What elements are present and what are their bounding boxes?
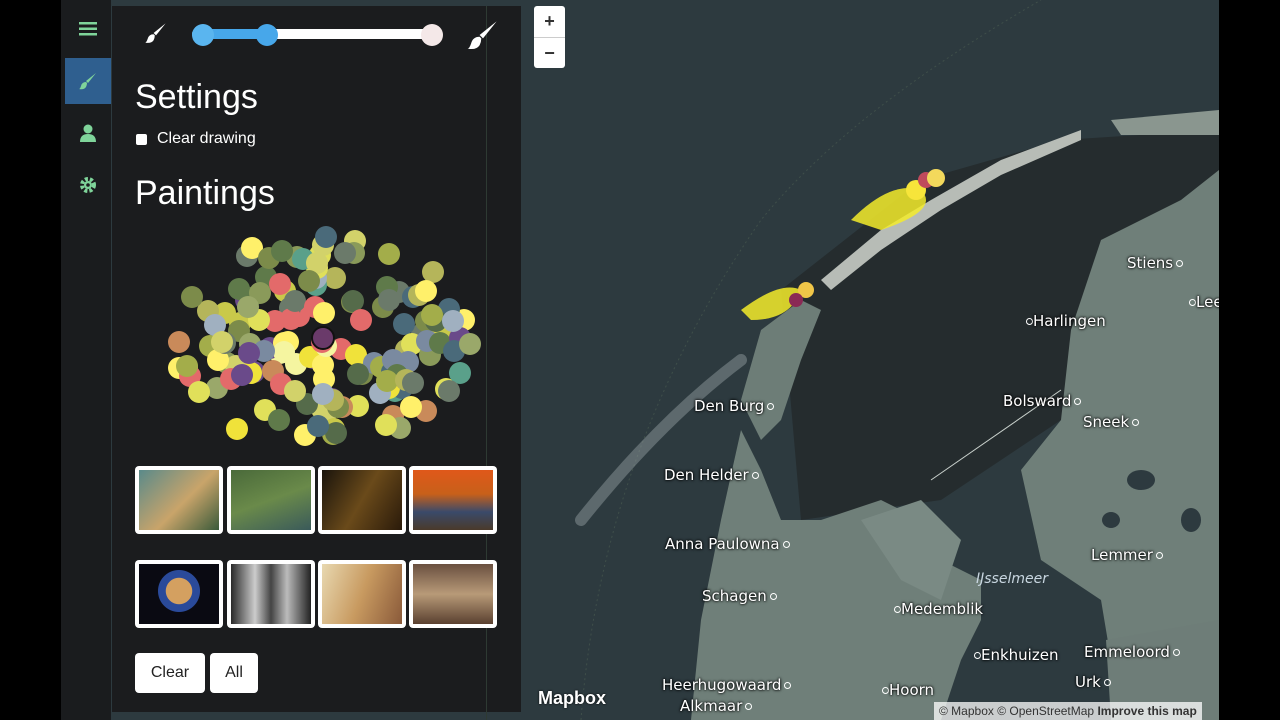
painting-thumbnail[interactable] [227, 466, 315, 534]
map-attribution: © Mapbox © OpenStreetMap Improve this ma… [934, 702, 1202, 720]
color-swatch[interactable] [268, 273, 291, 296]
color-swatch[interactable] [284, 379, 307, 402]
sidebar-tabs [61, 0, 111, 720]
tab-user[interactable] [65, 110, 111, 156]
attribution-osm-link[interactable]: © OpenStreetMap [997, 704, 1094, 718]
water-label: IJsselmeer [976, 571, 1048, 587]
color-swatch[interactable] [312, 302, 335, 325]
color-swatch[interactable] [311, 382, 334, 405]
city-label: Den Burg [694, 397, 775, 415]
color-swatch[interactable] [175, 354, 198, 377]
color-swatch[interactable] [442, 309, 464, 332]
attribution-mapbox-link[interactable]: © Mapbox [939, 704, 994, 718]
city-label: Lemmer [1091, 546, 1163, 564]
zoom-out-button[interactable]: − [534, 38, 565, 69]
city-label: Stiens [1127, 254, 1184, 272]
city-label: Heerhugowaard [662, 676, 792, 694]
color-swatch[interactable] [226, 417, 249, 440]
zoom-control: + − [534, 6, 565, 68]
color-swatch[interactable] [414, 279, 437, 302]
city-label: Alkmaar [680, 697, 753, 715]
clear-drawing-option[interactable]: Clear drawing [136, 130, 256, 148]
color-swatch[interactable] [271, 239, 294, 262]
color-swatch[interactable] [402, 371, 425, 394]
app-frame: Stiens Lee Harlingen Den Burg Bolsward S… [61, 0, 1219, 720]
city-label: Schagen [702, 587, 777, 605]
hamburger-icon [79, 22, 97, 36]
tab-paint[interactable] [65, 58, 111, 104]
gear-icon [80, 177, 96, 193]
clear-drawing-checkbox[interactable] [136, 133, 147, 145]
slider-handle-max[interactable] [421, 24, 443, 46]
clear-drawing-label: Clear drawing [157, 130, 256, 147]
mapbox-logo[interactable]: Mapbox [538, 688, 606, 709]
city-label: Medemblik [891, 600, 983, 618]
brush-icon [79, 73, 96, 90]
tab-menu[interactable] [65, 6, 111, 52]
color-swatch[interactable] [393, 312, 416, 335]
zoom-in-button[interactable]: + [534, 6, 565, 38]
selected-color-swatch[interactable] [311, 326, 335, 350]
color-swatch[interactable] [283, 290, 306, 313]
clear-button[interactable]: Clear [135, 653, 205, 693]
color-swatch[interactable] [378, 289, 401, 312]
color-swatch[interactable] [350, 309, 373, 332]
brush-size-slider[interactable] [192, 24, 443, 46]
color-swatch[interactable] [420, 303, 443, 326]
large-brush-icon[interactable] [466, 18, 500, 57]
city-label: Lee [1186, 293, 1219, 311]
slider-handle-value[interactable] [256, 24, 278, 46]
all-button[interactable]: All [210, 653, 258, 693]
city-label: Enkhuizen [971, 646, 1058, 664]
color-swatch[interactable] [437, 379, 460, 402]
small-brush-icon[interactable] [144, 21, 168, 50]
color-swatch[interactable] [236, 295, 259, 318]
city-label: Sneek [1083, 413, 1140, 431]
improve-map-link[interactable]: Improve this map [1097, 704, 1196, 718]
color-swatch[interactable] [346, 362, 369, 385]
painting-thumbnail[interactable] [135, 560, 223, 628]
city-label: Emmeloord [1084, 643, 1180, 661]
color-palette[interactable] [162, 226, 482, 456]
painting-thumbnail[interactable] [227, 560, 315, 628]
color-swatch[interactable] [314, 226, 337, 249]
paintings-title: Paintings [135, 174, 275, 212]
painting-thumbnail[interactable] [135, 466, 223, 534]
tab-settings[interactable] [65, 162, 111, 208]
color-swatch[interactable] [334, 241, 357, 264]
painting-thumbnail[interactable] [409, 466, 497, 534]
color-swatch[interactable] [267, 408, 290, 431]
city-label: Bolsward [1003, 392, 1082, 410]
painting-thumbnail[interactable] [409, 560, 497, 628]
city-label: Urk [1075, 673, 1111, 691]
color-swatch[interactable] [168, 330, 191, 353]
city-label: Anna Paulowna [665, 535, 790, 553]
color-swatch[interactable] [306, 414, 329, 437]
color-swatch[interactable] [459, 332, 482, 355]
color-swatch[interactable] [297, 269, 320, 292]
color-swatch[interactable] [187, 380, 210, 403]
city-label: Harlingen [1023, 312, 1106, 330]
settings-title: Settings [135, 78, 258, 116]
color-swatch[interactable] [377, 243, 400, 266]
painting-thumbnail[interactable] [318, 466, 406, 534]
user-icon [80, 124, 96, 142]
paint-panel: Settings Clear drawing Paintings Clear A… [112, 6, 521, 720]
city-label: Hoorn [879, 681, 934, 699]
city-label: Den Helder [664, 466, 759, 484]
painting-thumbnail[interactable] [318, 560, 406, 628]
slider-handle-min[interactable] [192, 24, 214, 46]
color-swatch[interactable] [237, 341, 260, 364]
